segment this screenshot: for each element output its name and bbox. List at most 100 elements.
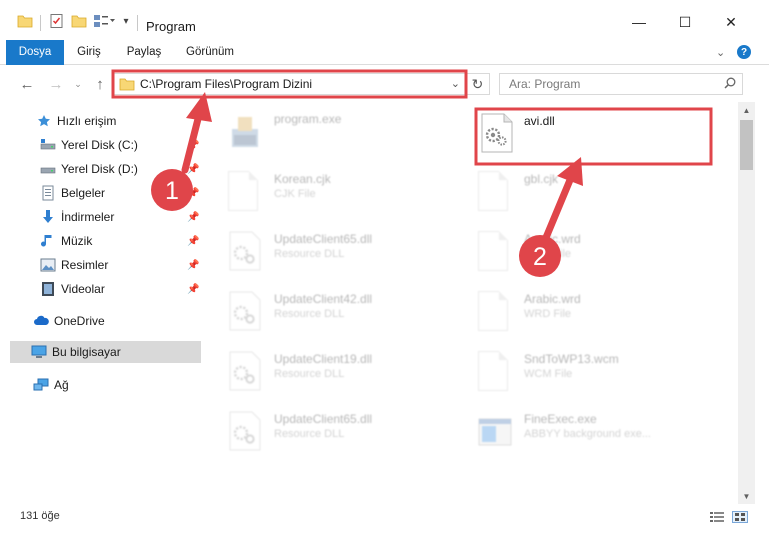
- properties-icon[interactable]: [48, 12, 66, 30]
- maximize-button[interactable]: ☐: [665, 8, 705, 36]
- file-name: UpdateClient65.dll: [274, 412, 373, 426]
- dll-gear-icon: [228, 351, 262, 391]
- file-item[interactable]: Arabic.wrd WRD File: [456, 284, 696, 336]
- sidebar-item-local-disk-c[interactable]: Yerel Disk (C:): [40, 134, 138, 156]
- document-icon: [228, 171, 262, 211]
- address-row: ← → ⌄ ↑ C:\Program Files\Program Dizini …: [0, 66, 769, 102]
- search-input[interactable]: Ara: Program: [499, 73, 743, 95]
- address-bar[interactable]: C:\Program Files\Program Dizini ⌄: [113, 73, 466, 95]
- documents-icon: [40, 185, 56, 201]
- window-title: Program: [146, 19, 196, 34]
- separator: [40, 15, 41, 31]
- view-dropdown-icon[interactable]: [92, 12, 116, 30]
- folder-icon: [17, 12, 33, 30]
- minimize-button[interactable]: —: [619, 8, 659, 36]
- file-type: CJK File: [274, 188, 316, 200]
- scroll-down-icon[interactable]: ▼: [738, 488, 755, 504]
- file-item[interactable]: Korean.cjk CJK File: [206, 164, 446, 216]
- new-folder-icon[interactable]: [70, 12, 88, 30]
- dll-gear-icon: [228, 411, 262, 451]
- customize-toolbar-icon[interactable]: ▾: [119, 12, 133, 30]
- music-icon: [40, 233, 56, 249]
- file-name: Arabic.wrd: [524, 232, 581, 246]
- document-icon: [478, 231, 512, 271]
- sidebar-item-label: İndirmeler: [61, 210, 115, 224]
- pin-icon: 📌: [187, 164, 200, 175]
- sidebar-item-videos[interactable]: Videolar: [40, 278, 105, 300]
- folder-icon: [119, 77, 135, 94]
- help-icon[interactable]: ?: [737, 45, 751, 59]
- program-exe-icon: [228, 111, 262, 151]
- up-arrow-icon[interactable]: ↑: [90, 74, 110, 94]
- large-icons-view-icon[interactable]: [732, 511, 748, 523]
- document-icon: [478, 171, 512, 211]
- document-icon: [478, 351, 512, 391]
- sidebar-item-label: OneDrive: [54, 314, 105, 328]
- file-item[interactable]: FineExec.exe ABBYY background exe...: [456, 404, 696, 456]
- tab-home[interactable]: Giriş: [70, 40, 108, 65]
- file-name: UpdateClient19.dll: [274, 352, 373, 366]
- dll-gear-icon: [480, 113, 514, 153]
- file-item[interactable]: gbl.cjk: [456, 164, 696, 216]
- vertical-scrollbar[interactable]: ▲ ▼: [738, 102, 755, 504]
- sidebar-item-network[interactable]: Ağ: [33, 374, 69, 396]
- sidebar-item-label: Videolar: [61, 282, 105, 296]
- file-item[interactable]: SndToWP13.wcm WCM File: [456, 344, 696, 396]
- tab-share[interactable]: Paylaş: [120, 40, 168, 65]
- network-icon: [33, 377, 49, 393]
- file-item[interactable]: program.exe: [206, 104, 446, 156]
- document-icon: [478, 291, 512, 331]
- sidebar-item-label: Hızlı erişim: [57, 114, 117, 128]
- sidebar-item-label: Yerel Disk (C:): [61, 138, 138, 152]
- file-type: WRD File: [524, 248, 572, 260]
- file-item[interactable]: Arabic.wrd WRD File: [456, 224, 696, 276]
- details-view-icon[interactable]: [709, 511, 725, 523]
- sidebar-item-downloads[interactable]: İndirmeler: [40, 206, 114, 228]
- this-pc-icon: [31, 344, 47, 360]
- file-type: Resource DLL: [274, 368, 345, 380]
- navigation-pane: Hızlı erişim Yerel Disk (C:) 📌 Yerel Dis…: [0, 104, 204, 504]
- scroll-thumb[interactable]: [740, 120, 753, 170]
- sidebar-item-quick-access[interactable]: Hızlı erişim: [36, 110, 116, 132]
- file-type: Resource DLL: [274, 308, 345, 320]
- file-name: UpdateClient65.dll: [274, 232, 373, 246]
- file-type: ABBYY background exe...: [524, 428, 651, 440]
- status-bar: 131 öğe: [0, 506, 769, 528]
- title-bar: ▾ Program — ☐ ✕: [0, 0, 769, 40]
- sidebar-item-pictures[interactable]: Resimler: [40, 254, 108, 276]
- item-count: 131 öğe: [20, 510, 60, 522]
- pin-icon: 📌: [187, 212, 200, 223]
- sidebar-item-local-disk-d[interactable]: Yerel Disk (D:): [40, 158, 138, 180]
- file-item[interactable]: UpdateClient19.dll Resource DLL: [206, 344, 446, 396]
- address-dropdown-icon[interactable]: ⌄: [451, 77, 460, 90]
- search-placeholder: Ara: Program: [509, 77, 581, 91]
- expand-ribbon-icon[interactable]: ⌄: [716, 46, 725, 59]
- star-icon: [36, 113, 52, 129]
- back-arrow-icon[interactable]: ←: [17, 74, 37, 94]
- pin-icon: 📌: [187, 140, 200, 151]
- forward-arrow-icon[interactable]: →: [46, 74, 66, 94]
- scroll-up-icon[interactable]: ▲: [738, 102, 755, 118]
- recent-locations-icon[interactable]: ⌄: [68, 74, 88, 94]
- file-item[interactable]: UpdateClient65.dll Resource DLL: [206, 404, 446, 456]
- sidebar-item-music[interactable]: Müzik: [40, 230, 92, 252]
- onedrive-icon: [33, 313, 49, 329]
- sidebar-item-label: Belgeler: [61, 186, 106, 200]
- videos-icon: [40, 281, 56, 297]
- tab-file[interactable]: Dosya: [6, 40, 64, 65]
- file-item-avi-dll[interactable]: avi.dll: [476, 106, 716, 158]
- search-icon: [724, 77, 736, 92]
- file-item[interactable]: UpdateClient42.dll Resource DLL: [206, 284, 446, 336]
- sidebar-item-label: Resimler: [61, 258, 109, 272]
- file-name: FineExec.exe: [524, 412, 597, 426]
- tab-view[interactable]: Görünüm: [180, 40, 240, 65]
- sidebar-item-documents[interactable]: Belgeler: [40, 182, 105, 204]
- dll-gear-icon: [228, 291, 262, 331]
- sidebar-item-label: Bu bilgisayar: [52, 345, 121, 359]
- sidebar-item-this-pc[interactable]: Bu bilgisayar: [10, 341, 201, 363]
- file-item[interactable]: UpdateClient65.dll Resource DLL: [206, 224, 446, 276]
- refresh-icon[interactable]: ↻: [466, 73, 490, 95]
- close-button[interactable]: ✕: [711, 8, 751, 36]
- sidebar-item-onedrive[interactable]: OneDrive: [33, 310, 105, 332]
- pictures-icon: [40, 257, 56, 273]
